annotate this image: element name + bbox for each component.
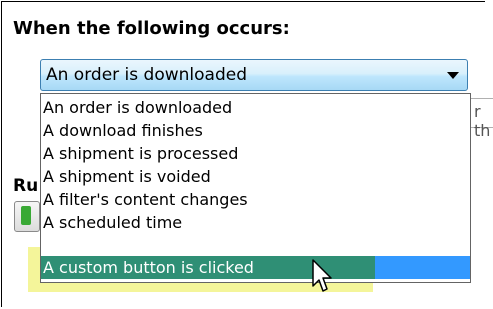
section-heading: When the following occurs: <box>13 18 290 39</box>
background-field-text: r th <box>474 102 491 140</box>
background-text-field[interactable]: r th <box>468 98 493 140</box>
background-add-button[interactable] <box>14 201 40 232</box>
option-shipment-voided[interactable]: A shipment is voided <box>41 165 470 188</box>
trigger-options-list[interactable]: An order is downloaded A download finish… <box>40 93 471 283</box>
add-icon <box>21 206 31 225</box>
option-scheduled-time[interactable]: A scheduled time <box>41 211 470 234</box>
mouse-pointer-icon <box>312 259 332 292</box>
trigger-dropdown[interactable]: An order is downloaded <box>40 59 468 91</box>
trigger-dropdown-value: An order is downloaded <box>46 65 247 85</box>
option-download-finishes[interactable]: A download finishes <box>41 119 470 142</box>
option-custom-button-clicked[interactable]: A custom button is clicked <box>41 256 470 279</box>
option-shipment-processed[interactable]: A shipment is processed <box>41 142 470 165</box>
background-section-label: Ru <box>13 176 39 196</box>
chevron-down-icon[interactable] <box>447 72 459 79</box>
option-order-downloaded[interactable]: An order is downloaded <box>41 96 470 119</box>
frame-right-edge <box>485 0 490 309</box>
option-filter-content-changes[interactable]: A filter's content changes <box>41 188 470 211</box>
